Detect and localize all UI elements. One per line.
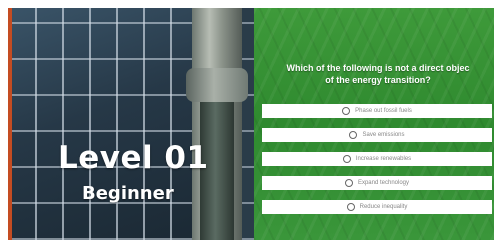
answer-option-label: Increase renewables	[355, 156, 412, 162]
quiz-panel: Which of the following is not a direct o…	[254, 8, 494, 240]
answer-option-label: Save emissions	[362, 132, 405, 138]
answer-option-5[interactable]: Reduce inequality	[262, 200, 492, 214]
question-line-1: Which of the following is not a direct o…	[286, 63, 470, 73]
radio-button-icon[interactable]	[342, 107, 351, 115]
radio-button-icon[interactable]	[344, 179, 353, 187]
level-subtitle: Beginner	[82, 183, 174, 204]
answer-option-2[interactable]: Save emissions	[262, 128, 492, 142]
answer-option-label: Phase out fossil fuels	[355, 108, 412, 114]
answer-option-3[interactable]: Increase renewables	[262, 152, 492, 166]
pole-bracket	[186, 68, 248, 102]
question-line-2: of the energy transition?	[325, 75, 431, 85]
radio-button-icon[interactable]	[346, 203, 355, 211]
question-text: Which of the following is not a direct o…	[260, 62, 494, 86]
radio-button-icon[interactable]	[349, 131, 358, 139]
solar-panel-image: Level 01 Beginner	[8, 8, 254, 240]
answer-option-label: Reduce inequality	[359, 204, 408, 210]
solar-panel-edge	[240, 8, 254, 240]
solar-panel-grid	[8, 8, 198, 240]
level-title: Level 01	[58, 140, 209, 176]
answer-option-4[interactable]: Expand technology	[262, 176, 492, 190]
answer-options: Phase out fossil fuels Save emissions In…	[262, 104, 492, 224]
accent-edge	[8, 8, 12, 240]
quiz-slide: Level 01 Beginner Which of the following…	[8, 8, 494, 240]
answer-option-1[interactable]: Phase out fossil fuels	[262, 104, 492, 118]
radio-button-icon[interactable]	[342, 155, 351, 163]
answer-option-label: Expand technology	[357, 180, 410, 186]
